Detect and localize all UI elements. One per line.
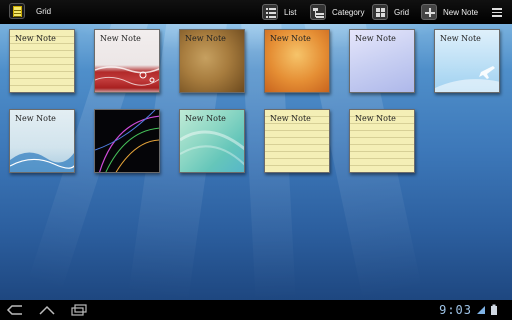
note-card[interactable]: New Note [179,29,245,93]
note-card[interactable]: New Note [9,109,75,173]
category-button[interactable]: Category [310,3,364,21]
note-title: New Note [185,34,226,43]
note-title: New Note [270,34,311,43]
note-card[interactable]: New Note [264,29,330,93]
action-bar: Grid List Category Grid New Note [0,0,512,24]
note-title: New Note [15,34,56,43]
note-card[interactable]: New Note [264,109,330,173]
note-title: New Note [270,114,311,123]
new-note-button[interactable]: New Note [421,3,478,21]
grid-icon [372,4,388,20]
new-note-label: New Note [443,7,479,17]
back-icon[interactable] [6,304,24,316]
category-label: Category [332,7,365,17]
grid-label: Grid [394,7,410,17]
recent-apps-icon[interactable] [70,304,88,316]
grid-button[interactable]: Grid [372,3,409,21]
note-card[interactable]: New Note [349,29,415,93]
page-title: Grid [36,7,52,16]
battery-icon [491,304,497,315]
note-card[interactable]: New Note [9,29,75,93]
plus-icon [421,4,437,20]
note-card[interactable]: New Note [349,109,415,173]
notes-app-icon[interactable] [9,3,25,19]
system-nav-bar: 9:03 [0,300,512,320]
note-title: New Note [440,34,481,43]
signal-icon [477,306,485,314]
note-title: New Note [185,114,226,123]
overflow-menu-icon[interactable] [492,7,502,17]
note-title: New Note [355,34,396,43]
note-title: New Note [100,34,141,43]
category-icon [310,4,326,20]
home-icon[interactable] [38,304,56,316]
status-clock: 9:03 [439,303,472,317]
dark-curves-pattern [95,110,159,172]
list-button[interactable]: List [262,3,296,21]
note-title: New Note [15,114,56,123]
list-label: List [284,7,297,17]
note-card[interactable]: New Note [94,29,160,93]
note-card[interactable]: New Note [434,29,500,93]
list-icon [262,4,278,20]
note-card[interactable] [94,109,160,173]
note-card[interactable]: New Note [179,109,245,173]
note-title: New Note [355,114,396,123]
